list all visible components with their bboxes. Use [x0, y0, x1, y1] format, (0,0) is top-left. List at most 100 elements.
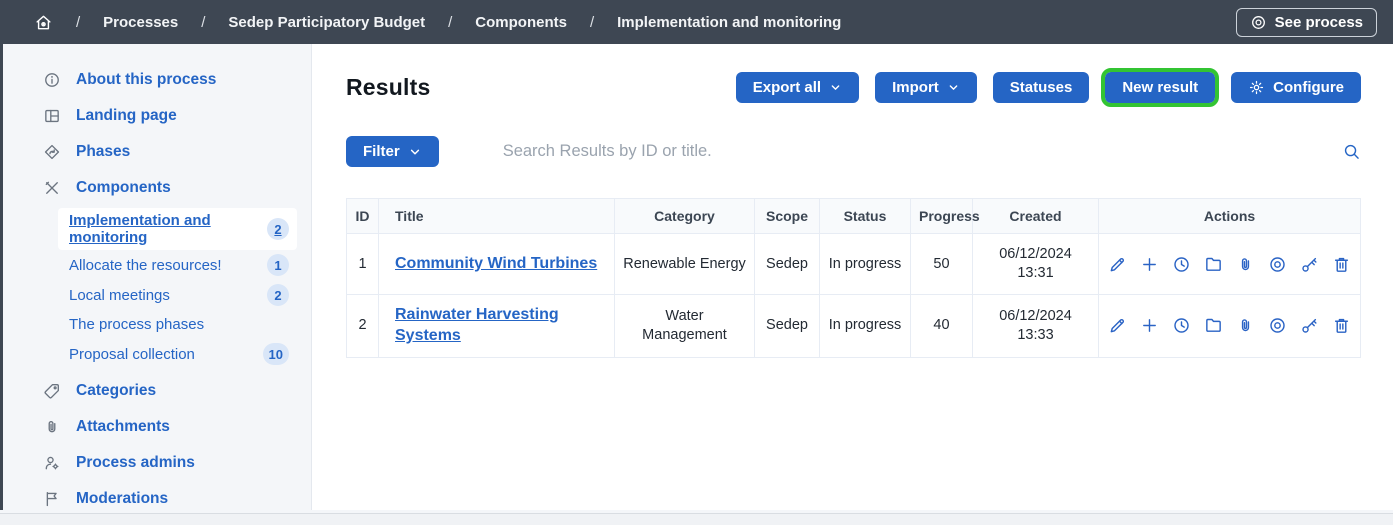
folder-icon	[1204, 255, 1223, 274]
result-progress: 50	[911, 234, 973, 295]
search-input[interactable]	[503, 142, 1330, 161]
filter-label: Filter	[363, 143, 400, 160]
search-icon	[1342, 142, 1361, 161]
statuses-label: Statuses	[1010, 79, 1073, 96]
column-header-title: Title	[379, 199, 615, 234]
permissions-action-button[interactable]	[1300, 255, 1319, 274]
column-header-category: Category	[615, 199, 755, 234]
statuses-button[interactable]: Statuses	[993, 72, 1090, 103]
new-action-button[interactable]	[1140, 255, 1159, 274]
result-title-link[interactable]: Rainwater Harvesting Systems	[395, 306, 559, 344]
sidebar-item-label: Components	[76, 179, 171, 197]
pencil-icon	[1108, 316, 1127, 335]
folders-action-button[interactable]	[1204, 316, 1223, 335]
timeline-action-button[interactable]	[1172, 255, 1191, 274]
configure-label: Configure	[1273, 79, 1344, 96]
sidebar-item-landing-page[interactable]: Landing page	[3, 98, 311, 134]
breadcrumb-components[interactable]: Components	[475, 14, 567, 31]
attachments-action-button[interactable]	[1236, 316, 1255, 335]
sidebar-item-components[interactable]: Components	[3, 170, 311, 206]
sidebar-subitem-implementation-and-monitoring[interactable]: Implementation and monitoring 2	[58, 208, 297, 250]
sidebar-item-label: Categories	[76, 382, 156, 400]
row-actions	[1107, 255, 1352, 274]
row-actions	[1107, 316, 1352, 335]
preview-action-button[interactable]	[1268, 316, 1287, 335]
sidebar-subitem-local-meetings[interactable]: Local meetings 2	[58, 280, 297, 310]
breadcrumb-separator: /	[76, 14, 80, 31]
phases-icon	[43, 143, 61, 161]
import-button[interactable]: Import	[875, 72, 977, 103]
result-status: In progress	[820, 234, 911, 295]
result-status: In progress	[820, 295, 911, 358]
preview-action-button[interactable]	[1268, 255, 1287, 274]
pencil-icon	[1108, 255, 1127, 274]
eye-circle-icon	[1250, 14, 1267, 31]
flag-icon	[43, 490, 61, 508]
edit-action-button[interactable]	[1108, 316, 1127, 335]
sidebar-item-moderations[interactable]: Moderations	[3, 481, 311, 517]
sidebar-item-about-this-process[interactable]: About this process	[3, 62, 311, 98]
clock-icon	[1172, 316, 1191, 335]
edit-action-button[interactable]	[1108, 255, 1127, 274]
chevron-down-icon	[829, 81, 842, 94]
results-toolbar: Export all Import Statuses New result	[736, 72, 1361, 103]
column-header-created: Created	[973, 199, 1099, 234]
created-date: 06/12/2024	[981, 307, 1090, 326]
delete-action-button[interactable]	[1332, 316, 1351, 335]
table-row: 1 Community Wind Turbines Renewable Ener…	[347, 234, 1361, 295]
attachments-action-button[interactable]	[1236, 255, 1255, 274]
admin-topbar: / Processes / Sedep Participatory Budget…	[0, 0, 1393, 44]
folders-action-button[interactable]	[1204, 255, 1223, 274]
sidebar-item-categories[interactable]: Categories	[3, 373, 311, 409]
timeline-action-button[interactable]	[1172, 316, 1191, 335]
column-header-scope: Scope	[755, 199, 820, 234]
sidebar-subitem-allocate-the-resources[interactable]: Allocate the resources! 1	[58, 250, 297, 280]
key-icon	[1300, 316, 1319, 335]
sidebar-item-process-admins[interactable]: Process admins	[3, 445, 311, 481]
column-header-progress: Progress	[911, 199, 973, 234]
count-badge: 1	[267, 254, 289, 276]
see-process-button[interactable]: See process	[1236, 8, 1377, 37]
permissions-action-button[interactable]	[1300, 316, 1319, 335]
tag-icon	[43, 382, 61, 400]
sidebar-item-attachments[interactable]: Attachments	[3, 409, 311, 445]
result-created: 06/12/2024 13:33	[973, 295, 1099, 358]
delete-action-button[interactable]	[1332, 255, 1351, 274]
user-gear-icon	[43, 454, 61, 472]
import-label: Import	[892, 79, 939, 96]
column-header-id: ID	[347, 199, 379, 234]
export-all-button[interactable]: Export all	[736, 72, 859, 103]
result-scope: Sedep	[755, 295, 820, 358]
breadcrumb: / Processes / Sedep Participatory Budget…	[34, 13, 1236, 32]
new-action-button[interactable]	[1140, 316, 1159, 335]
count-badge: 2	[267, 284, 289, 306]
subitem-label: The process phases	[69, 316, 204, 333]
sidebar-item-phases[interactable]: Phases	[3, 134, 311, 170]
result-category: Water Management	[615, 295, 755, 358]
trash-icon	[1332, 255, 1351, 274]
breadcrumb-processes[interactable]: Processes	[103, 14, 178, 31]
breadcrumb-sedep-participatory-budget[interactable]: Sedep Participatory Budget	[228, 14, 425, 31]
process-sidebar: About this process Landing page Phases C…	[0, 44, 312, 510]
paperclip-icon	[1236, 316, 1255, 335]
sidebar-subitem-the-process-phases[interactable]: The process phases	[58, 310, 297, 339]
filter-search-row: Filter	[346, 136, 1361, 167]
sidebar-item-label: Phases	[76, 143, 130, 161]
breadcrumb-separator: /	[590, 14, 594, 31]
result-id: 1	[347, 234, 379, 295]
created-date: 06/12/2024	[981, 245, 1090, 264]
new-result-button[interactable]: New result	[1105, 72, 1215, 103]
paperclip-icon	[1236, 255, 1255, 274]
admin-page: / Processes / Sedep Participatory Budget…	[0, 0, 1393, 525]
result-id: 2	[347, 295, 379, 358]
breadcrumb-current-page: Implementation and monitoring	[617, 14, 841, 31]
home-icon[interactable]	[34, 13, 53, 32]
filter-button[interactable]: Filter	[346, 136, 439, 167]
configure-button[interactable]: Configure	[1231, 72, 1361, 103]
result-title-link[interactable]: Community Wind Turbines	[395, 255, 597, 272]
search-button[interactable]	[1342, 142, 1361, 161]
count-badge: 2	[267, 218, 289, 240]
sidebar-subitem-proposal-collection[interactable]: Proposal collection 10	[58, 339, 297, 369]
components-sub-list: Implementation and monitoring 2 Allocate…	[58, 208, 297, 369]
new-result-label: New result	[1122, 79, 1198, 96]
